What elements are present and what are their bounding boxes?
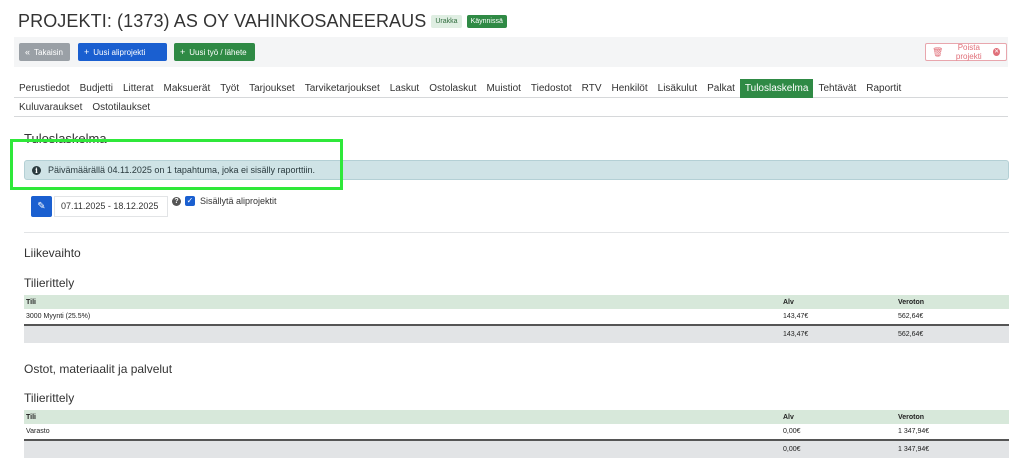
purchases-subtitle: Tilierittely bbox=[24, 391, 75, 405]
col-net-header: Veroton bbox=[898, 413, 925, 421]
tab-lisakulut[interactable]: Lisäkulut bbox=[653, 79, 702, 98]
table-row: 3000 Myynti (25.5%) 143,47€ 562,64€ bbox=[24, 309, 1009, 326]
tab-row-1: Perustiedot Budjetti Litterat Maksuerät … bbox=[14, 78, 1008, 98]
double-chevron-left-icon: « bbox=[25, 47, 31, 57]
row-net: 1 347,94€ bbox=[898, 428, 930, 435]
tab-laskut[interactable]: Laskut bbox=[385, 79, 424, 98]
table-row: Varasto 0,00€ 1 347,94€ bbox=[24, 424, 1009, 441]
table-header-row: Tili Alv Veroton bbox=[24, 410, 1009, 424]
tab-palkat[interactable]: Palkat bbox=[702, 79, 740, 98]
total-net: 562,64€ bbox=[898, 331, 924, 338]
tab-tehtavat[interactable]: Tehtävät bbox=[813, 79, 861, 98]
row-account: Varasto bbox=[26, 428, 50, 435]
tab-litterat[interactable]: Litterat bbox=[118, 79, 159, 98]
include-subprojects-label: Sisällytä aliprojektit bbox=[200, 196, 277, 206]
back-button[interactable]: « Takaisin bbox=[19, 43, 70, 61]
new-subproject-button[interactable]: + Uusi aliprojekti bbox=[78, 43, 167, 61]
delete-project-label: Poista projekti bbox=[955, 43, 982, 61]
purchases-title: Ostot, materiaalit ja palvelut bbox=[24, 362, 173, 376]
col-vat-header: Alv bbox=[783, 298, 794, 306]
tab-kuluvaraukset[interactable]: Kuluvaraukset bbox=[14, 98, 87, 117]
tab-tuloslaskelma[interactable]: Tuloslaskelma bbox=[739, 78, 814, 98]
tab-maksuerat[interactable]: Maksuerät bbox=[159, 79, 216, 98]
filter-bar: ✎ 07.11.2025 - 18.12.2025 ? ✓ Sisällytä … bbox=[24, 188, 1009, 233]
close-icon: ✕ bbox=[993, 48, 1000, 56]
tab-budjetti[interactable]: Budjetti bbox=[75, 79, 118, 98]
tab-henkilot[interactable]: Henkilöt bbox=[607, 79, 653, 98]
col-net-header: Veroton bbox=[898, 298, 925, 306]
include-subprojects-checkbox[interactable]: ✓ bbox=[185, 196, 195, 206]
edit-icon: ✎ bbox=[37, 201, 46, 212]
col-account-header: Tili bbox=[26, 413, 36, 421]
table-total-row: 143,47€ 562,64€ bbox=[24, 326, 1009, 343]
new-work-button[interactable]: + Uusi työ / lähete bbox=[174, 43, 255, 61]
info-icon: i bbox=[32, 165, 41, 175]
project-tabs: Perustiedot Budjetti Litterat Maksuerät … bbox=[14, 78, 1008, 117]
alert-text: Päivämäärällä 04.11.2025 on 1 tapahtuma,… bbox=[48, 165, 315, 175]
back-button-label: Takaisin bbox=[34, 47, 63, 57]
status-badge: Käynnissä bbox=[466, 14, 507, 28]
purchases-table: Tili Alv Veroton Varasto 0,00€ 1 347,94€… bbox=[24, 410, 1009, 458]
plus-icon: + bbox=[84, 47, 90, 57]
table-total-row: 0,00€ 1 347,94€ bbox=[24, 441, 1009, 458]
trash-icon: 🗑 bbox=[932, 46, 944, 57]
new-work-label: Uusi työ / lähete bbox=[189, 47, 247, 57]
total-vat: 143,47€ bbox=[783, 331, 809, 338]
revenue-table: Tili Alv Veroton 3000 Myynti (25.5%) 143… bbox=[24, 295, 1009, 343]
table-header-row: Tili Alv Veroton bbox=[24, 295, 1009, 309]
tab-rtv[interactable]: RTV bbox=[577, 79, 607, 98]
page-title: PROJEKTI: (1373) AS OY VAHINKOSANEERAUS bbox=[18, 10, 427, 31]
row-net: 562,64€ bbox=[898, 313, 924, 320]
col-vat-header: Alv bbox=[783, 413, 794, 421]
tab-tyot[interactable]: Työt bbox=[215, 79, 244, 98]
tab-row-2: Kuluvaraukset Ostotilaukset bbox=[14, 98, 1008, 117]
total-net: 1 347,94€ bbox=[898, 446, 930, 453]
edit-date-button[interactable]: ✎ bbox=[31, 196, 52, 217]
new-subproject-label: Uusi aliprojekti bbox=[93, 47, 146, 57]
revenue-subtitle: Tilierittely bbox=[24, 276, 75, 290]
tab-ostotilaukset[interactable]: Ostotilaukset bbox=[87, 98, 155, 117]
row-account: 3000 Myynti (25.5%) bbox=[26, 313, 91, 320]
row-vat: 0,00€ bbox=[783, 428, 801, 435]
report-title: Tuloslaskelma bbox=[24, 131, 107, 146]
tab-muistiot[interactable]: Muistiot bbox=[481, 79, 525, 98]
help-icon[interactable]: ? bbox=[172, 197, 181, 206]
tab-raportit[interactable]: Raportit bbox=[861, 79, 906, 98]
tab-tarjoukset[interactable]: Tarjoukset bbox=[244, 79, 300, 98]
tab-ostolaskut[interactable]: Ostolaskut bbox=[424, 79, 481, 98]
page-header: PROJEKTI: (1373) AS OY VAHINKOSANEERAUS … bbox=[18, 10, 507, 32]
project-type-badge: Urakka bbox=[431, 14, 462, 28]
tab-tarviketarjoukset[interactable]: Tarviketarjoukset bbox=[300, 79, 385, 98]
action-toolbar: « Takaisin + Uusi aliprojekti + Uusi työ… bbox=[14, 37, 1008, 67]
delete-project-button[interactable]: 🗑 Poista projekti ✕ bbox=[925, 43, 1007, 61]
col-account-header: Tili bbox=[26, 298, 36, 306]
info-alert: i Päivämäärällä 04.11.2025 on 1 tapahtum… bbox=[24, 160, 1009, 180]
tab-tiedostot[interactable]: Tiedostot bbox=[526, 79, 577, 98]
date-range-field[interactable]: 07.11.2025 - 18.12.2025 bbox=[54, 196, 168, 217]
revenue-title: Liikevaihto bbox=[24, 246, 81, 260]
plus-icon: + bbox=[180, 47, 186, 57]
row-vat: 143,47€ bbox=[783, 313, 809, 320]
tab-perustiedot[interactable]: Perustiedot bbox=[14, 79, 75, 98]
total-vat: 0,00€ bbox=[783, 446, 801, 453]
